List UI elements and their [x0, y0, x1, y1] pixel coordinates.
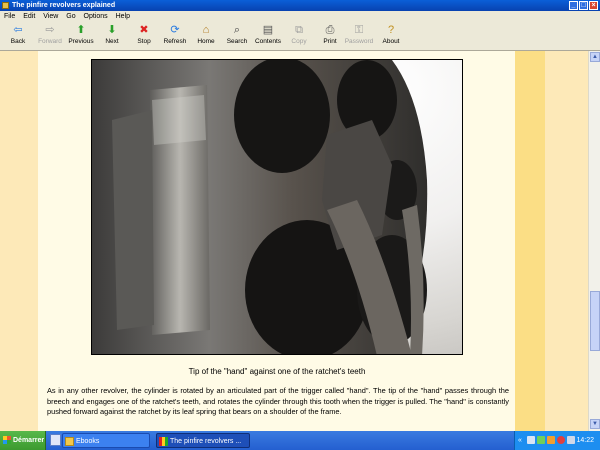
- menu-edit[interactable]: Edit: [23, 11, 35, 22]
- stop-button[interactable]: ✖ Stop: [128, 24, 160, 45]
- back-arrow-icon: ⇦: [13, 24, 23, 36]
- task-ebooks[interactable]: Ebooks: [62, 433, 150, 448]
- window-title: The pinfire revolvers explained: [12, 2, 116, 9]
- down-arrow-icon: ⬇: [107, 24, 117, 36]
- window-titlebar: The pinfire revolvers explained _ □ ×: [0, 0, 600, 11]
- taskbar: Démarrer Ebooks The pinfire revolvers ..…: [0, 431, 600, 450]
- task-pinfire-ebook[interactable]: The pinfire revolvers ...: [156, 433, 250, 448]
- copy-button[interactable]: ⧉ Copy: [283, 24, 315, 45]
- right-margin: [545, 51, 588, 431]
- forward-button[interactable]: ⇨ Forward: [34, 24, 66, 45]
- home-button[interactable]: ⌂ Home: [190, 24, 222, 45]
- copy-icon: ⧉: [295, 24, 303, 36]
- close-button[interactable]: ×: [589, 1, 598, 10]
- windows-logo-icon: [3, 436, 11, 444]
- task-label: Ebooks: [76, 438, 100, 445]
- toolbar-label: Password: [344, 38, 374, 45]
- print-button[interactable]: ⎙ Print: [314, 24, 346, 45]
- security-icon[interactable]: [537, 436, 545, 444]
- up-arrow-icon: ⬆: [76, 24, 86, 36]
- start-button[interactable]: Démarrer: [0, 431, 46, 450]
- scroll-up-arrow-icon[interactable]: ▲: [590, 52, 600, 62]
- scroll-down-arrow-icon[interactable]: ▼: [590, 419, 600, 429]
- toolbar-label: Contents: [254, 38, 282, 45]
- vertical-scrollbar[interactable]: ▲ ▼: [588, 51, 600, 431]
- toolbar-label: Refresh: [163, 38, 187, 45]
- system-tray: « 14:22: [514, 431, 600, 450]
- body-paragraph: As in any other revolver, the cylinder i…: [47, 386, 509, 416]
- toolbar-label: Print: [323, 38, 337, 45]
- password-button[interactable]: ⚿ Password: [343, 24, 375, 45]
- about-button[interactable]: ? About: [375, 24, 407, 45]
- refresh-icon: ⟳: [170, 24, 180, 36]
- toolbar-label: Previous: [68, 38, 94, 45]
- about-icon: ?: [387, 24, 395, 36]
- menu-file[interactable]: File: [4, 11, 15, 22]
- right-margin-band: [515, 51, 545, 431]
- toolbar: ⇦ Back ⇨ Forward ⬆ Previous ⬇ Next ✖ Stop ⟳ Refresh…: [0, 22, 600, 51]
- toolbar-label: Copy: [291, 38, 307, 45]
- forward-arrow-icon: ⇨: [45, 24, 55, 36]
- toolbar-label: Stop: [137, 38, 151, 45]
- menu-options[interactable]: Options: [84, 11, 108, 22]
- search-icon: ⌕: [233, 24, 241, 36]
- toolbar-label: Forward: [38, 38, 62, 45]
- contents-button[interactable]: ▤ Contents: [252, 24, 284, 45]
- refresh-button[interactable]: ⟳ Refresh: [159, 24, 191, 45]
- quicklaunch-desktop-icon[interactable]: [50, 434, 61, 446]
- next-button[interactable]: ⬇ Next: [96, 24, 128, 45]
- back-button[interactable]: ⇦ Back: [2, 24, 34, 45]
- menu-help[interactable]: Help: [116, 11, 130, 22]
- toolbar-label: Search: [226, 38, 248, 45]
- photo-caption: Tip of the "hand" against one of the rat…: [188, 367, 366, 376]
- toolbar-label: Home: [197, 38, 215, 45]
- folder-icon: [65, 437, 74, 446]
- start-label: Démarrer: [13, 437, 45, 444]
- tray-expand-chevron[interactable]: «: [518, 431, 522, 450]
- toolbar-label: Back: [10, 38, 26, 45]
- previous-button[interactable]: ⬆ Previous: [65, 24, 97, 45]
- stop-icon: ✖: [139, 24, 149, 36]
- search-button[interactable]: ⌕ Search: [221, 24, 253, 45]
- antivirus-icon[interactable]: [557, 436, 565, 444]
- menu-view[interactable]: View: [43, 11, 58, 22]
- home-icon: ⌂: [202, 24, 210, 36]
- toolbar-label: About: [382, 38, 400, 45]
- ebook-icon: [159, 437, 168, 446]
- volume-icon[interactable]: [567, 436, 575, 444]
- left-margin: [0, 51, 38, 431]
- app-icon: [2, 2, 9, 9]
- contents-icon: ▤: [262, 24, 274, 36]
- update-icon[interactable]: [547, 436, 555, 444]
- task-label: The pinfire revolvers ...: [170, 438, 242, 445]
- menu-go[interactable]: Go: [66, 11, 75, 22]
- password-icon: ⚿: [354, 24, 364, 36]
- minimize-button[interactable]: _: [569, 1, 578, 10]
- content-area: Tip of the "hand" against one of the rat…: [0, 51, 588, 431]
- clock: 14:22: [576, 437, 594, 444]
- print-icon: ⎙: [325, 24, 335, 36]
- scroll-thumb[interactable]: [590, 291, 600, 351]
- revolver-cylinder-photo: [91, 59, 463, 355]
- toolbar-label: Next: [105, 38, 119, 45]
- network-icon[interactable]: [527, 436, 535, 444]
- maximize-button[interactable]: □: [579, 1, 588, 10]
